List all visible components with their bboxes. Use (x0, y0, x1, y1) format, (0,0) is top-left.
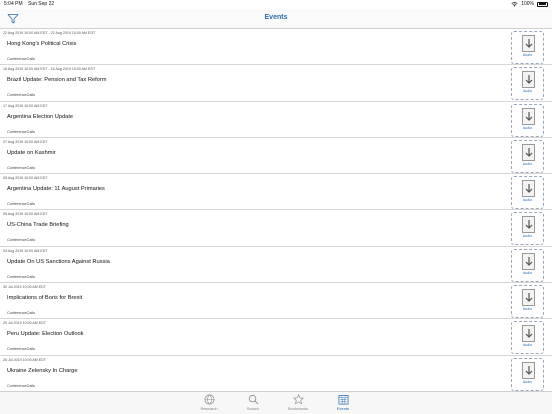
audio-download-button[interactable]: Audio (511, 139, 544, 173)
event-row[interactable]: 07 Aug 2019 10:00 AM EDT Update on Kashm… (0, 138, 552, 175)
audio-download-button[interactable]: Audio (511, 248, 544, 282)
audio-download-button[interactable]: Audio (511, 67, 544, 101)
audio-label: Audio (522, 379, 533, 384)
status-bar: 5:04 PM Sun Sep 22 100% (0, 0, 552, 9)
tab-label: Research (200, 406, 218, 411)
event-category: ConferenceCalls (7, 129, 36, 134)
audio-download-icon (522, 35, 535, 52)
audio-download-button[interactable]: Audio (511, 357, 544, 391)
audio-download-button[interactable]: Audio (511, 212, 544, 246)
event-date: 22 Aug 2019 10:00 AM EDT - 22 Aug 2019 1… (3, 31, 96, 35)
event-row[interactable]: 26 Jul 2019 10:00 AM EDT Ukraine Zelensk… (0, 356, 552, 391)
event-row[interactable]: 22 Aug 2019 10:00 AM EDT - 22 Aug 2019 1… (0, 29, 552, 66)
audio-label: Audio (522, 307, 533, 312)
audio-download-icon (522, 289, 535, 307)
event-category: ConferenceCalls (7, 202, 36, 207)
event-title: Update on Kashmir (7, 149, 56, 156)
audio-download-icon (522, 71, 535, 89)
event-title: Peru Update: Election Outlook (7, 331, 84, 338)
event-date: 16 Aug 2019 10:00 AM EDT - 16 Aug 2019 1… (3, 67, 96, 72)
audio-label: Audio (522, 125, 533, 130)
event-date: 05 Aug 2019 10:00 AM EDT (3, 212, 48, 217)
status-date: Sun Sep 22 (28, 1, 55, 7)
battery-percent: 100% (521, 1, 534, 7)
event-row[interactable]: 30 Jul 2019 10:00 AM EDT Implications of… (0, 283, 552, 320)
audio-label: Audio (522, 270, 533, 275)
event-category: ConferenceCalls (7, 347, 36, 352)
tab-search[interactable]: Search (238, 394, 268, 414)
event-title: Brazil Update: Pension and Tax Reform (7, 77, 107, 84)
tab-events[interactable]: Events (328, 394, 358, 414)
battery-icon (537, 1, 548, 7)
event-title: Update On US Sanctions Against Russia (7, 258, 110, 265)
search-icon (248, 394, 258, 405)
audio-download-button[interactable]: Audio (511, 285, 544, 319)
event-title: Argentina Update: 11 August Primaries (7, 186, 105, 193)
event-row[interactable]: 17 Aug 2019 10:00 AM EDT Argentina Elect… (0, 102, 552, 138)
event-category: ConferenceCalls (7, 165, 36, 170)
status-time: 5:04 PM (4, 1, 23, 7)
event-row[interactable]: 05 Aug 2019 10:00 AM EDT US-China Trade … (0, 210, 552, 247)
audio-download-button[interactable]: Audio (511, 176, 544, 210)
event-category: ConferenceCalls (7, 57, 36, 61)
nav-bar: Events (0, 9, 552, 29)
event-category: ConferenceCalls (7, 93, 36, 98)
audio-label: Audio (522, 198, 533, 203)
audio-download-button[interactable]: Audio (511, 321, 544, 355)
audio-label: Audio (522, 89, 533, 94)
audio-download-icon (522, 325, 535, 343)
audio-label: Audio (522, 161, 533, 166)
audio-label: Audio (522, 234, 533, 239)
event-category: ConferenceCalls (7, 274, 36, 279)
event-category: ConferenceCalls (7, 383, 36, 388)
tab-label: Search (246, 406, 260, 411)
audio-download-icon (522, 361, 535, 379)
audio-download-icon (522, 180, 535, 198)
event-category: ConferenceCalls (7, 238, 36, 243)
audio-download-button[interactable]: Audio (511, 103, 544, 137)
event-title: Implications of Boris for Brexit (7, 295, 83, 302)
event-category: ConferenceCalls (7, 311, 36, 316)
event-date: 29 Jul 2019 10:00 AM EDT (3, 321, 46, 326)
event-date: 17 Aug 2019 10:00 AM EDT (3, 103, 48, 108)
audio-download-icon (522, 216, 535, 234)
event-title: Argentina Election Update (7, 113, 74, 120)
calendar-icon (338, 395, 348, 405)
event-date: 05 Aug 2019 10:00 AM EDT (3, 176, 48, 181)
event-title: Ukraine Zelensky In Charge (7, 367, 78, 374)
tab-label: Events (336, 406, 350, 411)
event-row[interactable]: 03 Aug 2019 10:00 AM EDT Update On US Sa… (0, 247, 552, 284)
audio-label: Audio (522, 343, 533, 348)
page-title: Events (264, 14, 288, 21)
tab-bookmarks[interactable]: Bookmarks (283, 394, 313, 414)
event-row[interactable]: 29 Jul 2019 10:00 AM EDT Peru Update: El… (0, 319, 552, 356)
audio-label: Audio (522, 53, 533, 57)
event-title: US-China Trade Briefing (7, 222, 69, 229)
events-list[interactable]: 22 Aug 2019 10:00 AM EDT - 22 Aug 2019 1… (0, 29, 552, 391)
tab-research[interactable]: Research (194, 394, 224, 414)
audio-download-icon (522, 107, 535, 125)
tab-label: Bookmarks (287, 406, 308, 411)
audio-download-button[interactable]: Audio (511, 31, 544, 64)
event-title: Hong Kong's Political Crisis (7, 41, 77, 47)
wifi-icon (511, 1, 518, 7)
event-row[interactable]: 05 Aug 2019 10:00 AM EDT Argentina Updat… (0, 174, 552, 211)
event-date: 26 Jul 2019 10:00 AM EDT (3, 357, 46, 362)
event-date: 07 Aug 2019 10:00 AM EDT (3, 139, 48, 144)
audio-download-icon (522, 143, 535, 161)
event-date: 30 Jul 2019 10:00 AM EDT (3, 285, 46, 290)
star-icon (292, 394, 304, 405)
tab-bar: Research Search Bookmarks Events (0, 391, 552, 414)
event-date: 03 Aug 2019 10:00 AM EDT (3, 248, 48, 253)
globe-icon (204, 394, 214, 405)
audio-download-icon (522, 252, 535, 270)
event-row[interactable]: 16 Aug 2019 10:00 AM EDT - 16 Aug 2019 1… (0, 65, 552, 102)
